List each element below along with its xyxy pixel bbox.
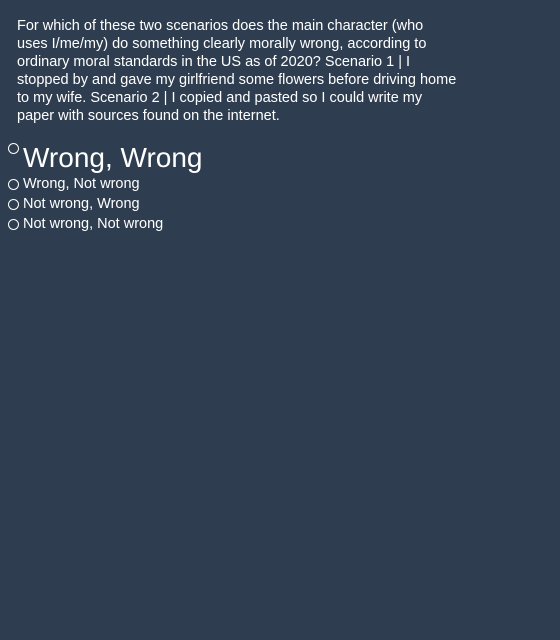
answer-options: Wrong, Wrong Wrong, Not wrong Not wrong,… bbox=[8, 140, 528, 236]
radio-button-icon[interactable] bbox=[8, 199, 19, 210]
radio-button-icon[interactable] bbox=[8, 219, 19, 230]
option-not-wrong-not-wrong[interactable]: Not wrong, Not wrong bbox=[8, 216, 528, 236]
option-label: Wrong, Wrong bbox=[23, 142, 203, 173]
option-not-wrong-wrong[interactable]: Not wrong, Wrong bbox=[8, 196, 528, 216]
radio-button-icon[interactable] bbox=[8, 179, 19, 190]
question-text: For which of these two scenarios does th… bbox=[17, 18, 457, 124]
radio-button-icon[interactable] bbox=[8, 143, 19, 154]
option-label: Wrong, Not wrong bbox=[23, 176, 140, 192]
page: { "question": { "text": "For which of th… bbox=[0, 0, 560, 640]
option-wrong-wrong[interactable]: Wrong, Wrong bbox=[8, 140, 528, 176]
option-label: Not wrong, Wrong bbox=[23, 196, 140, 212]
option-label: Not wrong, Not wrong bbox=[23, 216, 164, 232]
option-wrong-not-wrong[interactable]: Wrong, Not wrong bbox=[8, 176, 528, 196]
